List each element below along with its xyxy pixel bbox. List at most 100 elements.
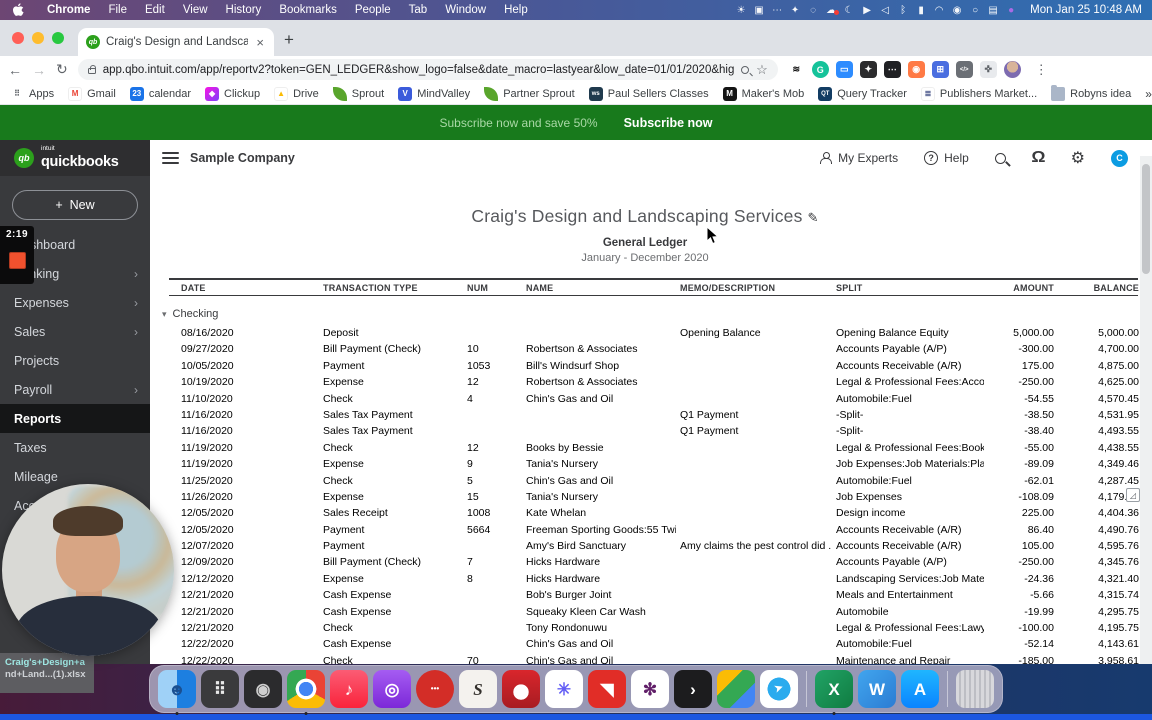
dropbox-icon[interactable]: ✦ (786, 5, 804, 16)
menubar-menu-chrome[interactable]: Chrome (38, 4, 99, 16)
cloud-record-icon[interactable]: ☁ (822, 5, 840, 16)
user-avatar[interactable]: C (1111, 149, 1128, 167)
dock-app-launchpad[interactable]: ⠿ (201, 670, 239, 708)
page-scrollbar[interactable] (1140, 156, 1152, 664)
dock-app-scrivener[interactable]: S (459, 670, 497, 708)
bookmark-apps-grid[interactable]: ⠿ Apps (10, 87, 54, 101)
bookmark-folder[interactable]: Robyns idea (1051, 84, 1131, 101)
new-tab-button[interactable]: + (284, 30, 294, 50)
fast-user-switch-icon[interactable]: ◉ (948, 5, 966, 16)
sidebar-item-projects[interactable]: Projects (0, 346, 150, 375)
menubar-menu-history[interactable]: History (217, 4, 271, 16)
menubar-menu-file[interactable]: File (99, 4, 136, 16)
dock-app-screenflow[interactable]: › (674, 670, 712, 708)
my-experts-button[interactable]: My Experts (820, 151, 898, 165)
table-row[interactable]: 12/21/2020 Cash Expense Bob's Burger Joint… (169, 588, 1139, 604)
dock-app-google-ads[interactable] (717, 670, 755, 708)
bookmark-sprout-leaf[interactable]: Sprout (332, 86, 384, 101)
address-bar[interactable]: app.qbo.intuit.com/app/reportv2?token=GE… (77, 59, 778, 80)
window-dots-icon[interactable]: ⋯ (768, 5, 786, 16)
edit-title-pencil-icon[interactable]: ✎ (808, 210, 819, 225)
menubar-menu-people[interactable]: People (346, 4, 400, 16)
zoom-icon[interactable]: ▭ (835, 61, 853, 78)
stop-recording-button[interactable] (9, 252, 26, 269)
bookmark-makers-mob[interactable]: M Maker's Mob (722, 86, 804, 101)
settings-gear-icon[interactable]: ⚙ (1071, 148, 1085, 168)
sidebar-item-payroll[interactable]: Payroll › (0, 375, 150, 404)
code-app-icon[interactable]: </> (955, 61, 973, 78)
dark-app-icon[interactable]: ✦ (859, 61, 877, 78)
bookmarks-overflow-chevron[interactable]: » (1145, 87, 1152, 101)
sidebar-item-taxes[interactable]: Taxes (0, 433, 150, 462)
notifications-bell-icon[interactable]: Ω (1031, 149, 1045, 167)
collapse-caret-icon[interactable]: ▾ (162, 309, 167, 319)
blue-grid-icon[interactable]: ⊞ (931, 61, 949, 78)
table-row[interactable]: 12/05/2020 Sales Receipt 1008 Kate Whelan De… (169, 506, 1139, 522)
table-row[interactable]: 12/05/2020 Payment 5664 Freeman Sporting Go… (169, 523, 1139, 539)
forward-button[interactable]: → (32, 62, 46, 78)
dock-app-telegram[interactable]: ➤ (760, 670, 798, 708)
profile-avatar-icon[interactable] (1003, 61, 1021, 78)
table-row[interactable]: 11/10/2020 Check 4 Chin's Gas and Oil Automo… (169, 392, 1139, 408)
orange-app-icon[interactable]: ◉ (907, 61, 925, 78)
tab-close-icon[interactable]: × (254, 35, 266, 50)
assistant-icon[interactable]: ● (1002, 5, 1020, 16)
table-row[interactable]: 10/05/2020 Payment 1053 Bill's Windsurf Sho… (169, 359, 1139, 375)
battery-icon[interactable]: ▮ (912, 5, 930, 16)
dock-app-trash[interactable] (956, 670, 994, 708)
bookmark-query-tracker[interactable]: QT Query Tracker (818, 86, 907, 101)
account-group-row[interactable]: ▾ Checking (162, 308, 218, 320)
play-circle-icon[interactable]: ▶ (858, 5, 876, 16)
sidebar-item-sales[interactable]: Sales › (0, 317, 150, 346)
sidebar-item-expenses[interactable]: Expenses › (0, 288, 150, 317)
dock-app-sketchup[interactable]: ◥ (588, 670, 626, 708)
scrollbar-thumb[interactable] (1142, 164, 1150, 274)
bookmark-publishers[interactable]: ≣ Publishers Market... (920, 86, 1037, 101)
table-row[interactable]: 11/19/2020 Check 12 Books by Bessie Legal & … (169, 441, 1139, 457)
spotlight-icon[interactable]: ○ (966, 5, 984, 16)
zoom-page-icon[interactable] (741, 65, 750, 74)
volume-icon[interactable]: ◁ (876, 5, 894, 16)
menubar-menu-view[interactable]: View (174, 4, 217, 16)
dock-app-lastpass[interactable]: ••• (416, 670, 454, 708)
bookmark-star-icon[interactable]: ☆ (756, 62, 768, 78)
table-row[interactable]: 11/25/2020 Check 5 Chin's Gas and Oil Automo… (169, 474, 1139, 490)
table-row[interactable]: 12/12/2020 Expense 8 Hicks Hardware Landscap… (169, 572, 1139, 588)
dock-app-excel[interactable]: X (815, 670, 853, 715)
menubar-menu-edit[interactable]: Edit (136, 4, 174, 16)
bookmark-clickup[interactable]: ◆ Clickup (205, 86, 260, 101)
dock-app-finder[interactable]: ☻ (158, 670, 196, 715)
wifi-icon[interactable]: ◠ (930, 5, 948, 16)
table-row[interactable]: 09/27/2020 Bill Payment (Check) 10 Robertso… (169, 342, 1139, 358)
apple-menu-icon[interactable] (12, 3, 24, 17)
bookmark-drive[interactable]: ▲ Drive (274, 86, 319, 101)
bookmark-gmail[interactable]: M Gmail (68, 86, 116, 101)
table-row[interactable]: 12/09/2020 Bill Payment (Check) 7 Hicks Har… (169, 555, 1139, 571)
sidecar-icon[interactable]: ▤ (984, 5, 1002, 16)
menubar-menu-window[interactable]: Window (436, 4, 495, 16)
do-not-disturb-icon[interactable]: ☾ (840, 5, 858, 16)
help-button[interactable]: Help (924, 151, 969, 165)
airplay-icon[interactable]: ◌ (804, 5, 822, 16)
table-row[interactable]: 11/16/2020 Sales Tax Payment Q1 Payment -Sp… (169, 408, 1139, 424)
sidebar-item-reports[interactable]: Reports (0, 404, 150, 433)
puzzle-icon[interactable]: ✜ (979, 61, 997, 78)
table-row[interactable]: 12/21/2020 Cash Expense Squeaky Kleen Car … (169, 605, 1139, 621)
dock-app-music[interactable]: ♪ (330, 670, 368, 708)
bookmark-mindvalley[interactable]: V MindValley (398, 86, 470, 101)
bookmark-partner-sprout[interactable]: Partner Sprout (484, 86, 575, 101)
back-button[interactable]: ← (8, 62, 22, 78)
table-row[interactable]: 12/07/2020 Payment Amy's Bird Sanctuary Amy… (169, 539, 1139, 555)
dock-app-word[interactable]: W (858, 670, 896, 708)
menubar-menu-help[interactable]: Help (495, 4, 537, 16)
minimize-window-button[interactable] (32, 32, 44, 44)
grammarly-icon[interactable]: G (811, 61, 829, 78)
table-row[interactable]: 11/19/2020 Expense 9 Tania's Nursery Job Exp… (169, 457, 1139, 473)
table-row[interactable]: 11/16/2020 Sales Tax Payment Q1 Payment -Sp… (169, 424, 1139, 440)
brightness-icon[interactable]: ☀ (732, 5, 750, 16)
menubar-menu-tab[interactable]: Tab (400, 4, 437, 16)
url-text[interactable]: app.qbo.intuit.com/app/reportv2?token=GE… (103, 64, 734, 76)
zoom-window-button[interactable] (52, 32, 64, 44)
table-row[interactable]: 10/19/2020 Expense 12 Robertson & Associate… (169, 375, 1139, 391)
hamburger-menu-icon[interactable] (162, 152, 179, 164)
